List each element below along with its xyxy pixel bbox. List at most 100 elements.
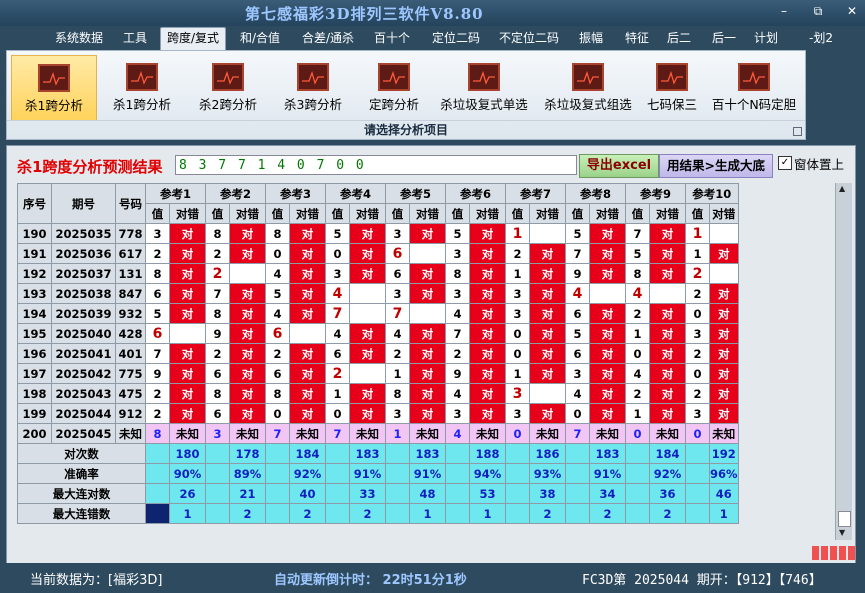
ref-result: 对 [409,383,446,404]
chart-icon [468,63,500,91]
ribbon-button-8[interactable]: 百十个N码定胆 [707,55,801,119]
ref-value: 1 [625,323,650,344]
menu-item-8[interactable]: 振幅 [572,28,610,48]
row-seq: 199 [17,403,52,424]
chart-icon [378,63,410,91]
ref-result: 对 [469,383,506,404]
export-excel-button[interactable]: 导出excel [579,154,659,178]
ref-result: 对 [469,283,506,304]
table-row[interactable]: 192 2025037 131 8 对 2 4 对 3 对 6 对 8 对 1 对 9 对 8 对 2 [17,263,739,284]
subheader-value: 值 [625,203,650,224]
subheader-value: 值 [505,203,530,224]
ref-result: 对 [589,243,626,264]
minimize-icon[interactable]: – [777,4,791,19]
header-ref: 参考2 [205,183,266,204]
pending-value: 7 [325,423,350,444]
ribbon-expand-icon[interactable] [793,127,802,136]
scroll-down-icon[interactable]: ▼ [839,528,845,537]
prediction-result-field[interactable]: 8 3 7 7 1 4 0 7 0 0 [175,155,577,175]
ribbon-button-2[interactable]: 杀2跨分析 [188,55,268,119]
vertical-scrollbar[interactable]: ▲ ▼ [835,183,852,540]
ref-result: 对 [289,363,326,384]
table-row[interactable]: 190 2025035 778 3 对 8 对 8 对 5 对 3 对 5 对 1 5 对 7 对 1 [17,223,739,244]
close-icon[interactable]: ✕ [845,4,859,19]
menu-item-13[interactable]: -划2 [806,28,836,48]
ref-result: 对 [289,263,326,284]
ribbon-button-1[interactable]: 杀1跨分析 [102,55,182,119]
pending-row[interactable]: 200 2025045 未知 8 未知 3 未知 7 未知 7 未知 1 未知 4 未知 0 未知 7 未知 0 未知 0… [17,423,739,444]
ref-value: 0 [685,303,710,324]
ref-value: 0 [565,403,590,424]
ref-value: 8 [445,263,470,284]
stats-blank [685,503,710,524]
row-seq: 200 [17,423,52,444]
table-row[interactable]: 196 2025041 401 7 对 2 对 2 对 6 对 2 对 2 对 0 对 6 对 0 对 2 对 [17,343,739,364]
ref-value: 5 [445,223,470,244]
ref-result [529,383,566,404]
ref-result: 对 [289,343,326,364]
stats-blank [145,483,170,504]
ref-value: 0 [265,243,290,264]
ref-value: 6 [205,403,230,424]
menu-item-0[interactable]: 系统数据 [46,28,112,48]
menu-item-10[interactable]: 后二 [661,28,697,48]
ribbon-caption: 请选择分析项目 [7,120,805,139]
table-row[interactable]: 197 2025042 775 9 对 6 对 6 对 2 1 对 9 对 1 对 3 对 4 对 0 对 [17,363,739,384]
menu-item-12[interactable]: 计划 [749,28,783,48]
table-row[interactable]: 195 2025040 428 6 9 对 6 4 对 4 对 7 对 0 对 5 对 1 对 3 对 [17,323,739,344]
stats-blank [205,483,230,504]
ribbon-button-6[interactable]: 杀垃圾复式组选 [537,55,639,119]
ribbon-button-0[interactable]: 杀1跨分析 [11,55,97,121]
stats-value: 184 [649,443,686,464]
ref-result: 对 [349,263,386,284]
ribbon-button-4[interactable]: 定跨分析 [357,55,431,119]
ref-value: 4 [265,263,290,284]
stats-value: 1 [709,503,739,524]
generate-base-button[interactable]: 用结果>生成大底 [659,154,773,178]
menu-item-6[interactable]: 定位二码 [425,28,487,48]
window-title: 第七感福彩3D排列三软件V8.80 [245,5,484,23]
menu-item-3[interactable]: 和/合值 [232,28,288,48]
stats-blank [505,443,530,464]
menu-item-2[interactable]: 跨度/复式 [160,27,226,50]
stats-value: 188 [469,443,506,464]
table-row[interactable]: 199 2025044 912 2 对 6 对 0 对 0 对 3 对 3 对 3 对 0 对 1 对 3 对 [17,403,739,424]
issue-status: FC3D第 2025044 期开：【912】【746】 [582,573,822,588]
menu-item-7[interactable]: 不定位二码 [491,28,567,48]
menu-item-5[interactable]: 百十个 [368,28,416,48]
table-row[interactable]: 191 2025036 617 2 对 2 对 0 对 0 对 6 3 对 2 对 7 对 5 对 1 对 [17,243,739,264]
ribbon-button-3[interactable]: 杀3跨分析 [273,55,353,119]
menu-item-9[interactable]: 特征 [617,28,657,48]
subheader-result: 对错 [649,203,686,224]
stats-blank [625,483,650,504]
ribbon-button-5[interactable]: 杀垃圾复式单选 [434,55,534,119]
stats-value: 2 [289,503,326,524]
title-bar: 第七感福彩3D排列三软件V8.80 – ⧉ ✕ [0,0,865,26]
stay-on-top-checkbox[interactable]: ✓ [778,156,792,170]
ref-result: 对 [529,263,566,284]
restore-icon[interactable]: ⧉ [811,4,825,19]
ref-result: 对 [229,323,266,344]
ref-value: 2 [385,343,410,364]
stats-blank [385,503,410,524]
subheader-result: 对错 [529,203,566,224]
chart-icon [38,64,70,92]
table-row[interactable]: 198 2025043 475 2 对 8 对 8 对 1 对 8 对 4 对 3 4 对 2 对 2 对 [17,383,739,404]
ref-value: 1 [685,223,710,244]
ribbon: 杀1跨分析 杀1跨分析 杀2跨分析 杀3跨分析 定跨分析 杀垃圾复式单选 杀垃圾复式组选 七码… [6,50,806,140]
row-issue: 2025042 [51,363,116,384]
stats-value: 90% [169,463,206,484]
header-seq: 序号 [17,183,52,224]
scroll-up-icon[interactable]: ▲ [839,184,845,193]
table-row[interactable]: 194 2025039 932 5 对 8 对 4 对 7 7 4 对 3 对 6 对 2 对 0 对 [17,303,739,324]
ref-value: 5 [565,223,590,244]
menu-item-1[interactable]: 工具 [113,28,157,48]
table-row[interactable]: 193 2025038 847 6 对 7 对 5 对 4 3 对 3 对 3 对 4 4 2 对 [17,283,739,304]
subheader-value: 值 [265,203,290,224]
ribbon-button-7[interactable]: 七码保三 [642,55,702,119]
scroll-thumb[interactable] [838,511,851,527]
menu-item-11[interactable]: 后一 [704,28,744,48]
ref-result: 对 [589,323,626,344]
menu-item-4[interactable]: 合差/通杀 [295,28,361,48]
stats-value: 34 [589,483,626,504]
